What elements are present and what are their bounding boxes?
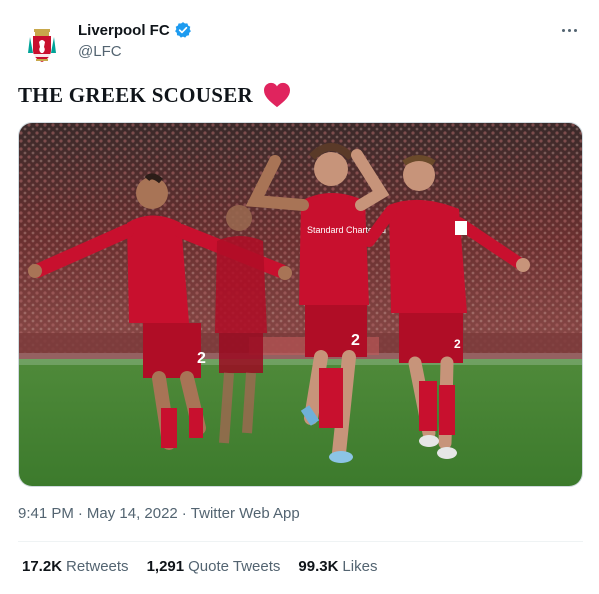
liverbird-crest-icon [28,29,56,62]
divider [18,541,583,542]
quote-tweets-stat[interactable]: 1,291 Quote Tweets [147,558,281,575]
player-number: 2 [197,350,206,367]
tweet-media-photo[interactable]: 2 Standard Chartered 2 2 [18,122,583,487]
tweet-text: THE GREEK SCOUSER [18,81,291,109]
retweets-count: 17.2K [22,558,63,575]
retweets-stat[interactable]: 17.2K Retweets [22,558,129,575]
tweet-stats: 17.2K Retweets 1,291 Quote Tweets 99.3K … [22,558,377,575]
display-name[interactable]: Liverpool FC [78,22,170,39]
likes-count: 99.3K [298,558,339,575]
retweets-label: Retweets [66,558,129,575]
player-number: 2 [351,332,360,349]
tweet-time[interactable]: 9:41 PM [18,505,74,522]
red-heart-icon [264,82,290,108]
tweet-meta: 9:41 PM · May 14, 2022 · Twitter Web App [18,505,300,522]
tweet-text-content: THE GREEK SCOUSER [18,82,253,107]
tweet-header: Liverpool FC @LFC [18,14,583,70]
likes-label: Likes [342,558,378,575]
display-name-row: Liverpool FC [78,20,192,40]
tweet-card: Liverpool FC @LFC THE GREEK SCOUSER 2 St… [0,0,599,594]
quote-tweets-label: Quote Tweets [188,558,281,575]
handle[interactable]: @LFC [78,43,192,60]
meta-separator: · [181,505,187,522]
player-number: 2 [454,337,461,351]
likes-stat[interactable]: 99.3K Likes [298,558,377,575]
verified-badge-icon [174,22,191,38]
more-options-button[interactable] [557,18,581,42]
avatar[interactable] [18,20,66,68]
tweet-date[interactable]: May 14, 2022 [87,505,178,522]
quote-tweets-count: 1,291 [146,558,185,575]
author-names: Liverpool FC @LFC [78,20,192,60]
tweet-source[interactable]: Twitter Web App [191,505,300,522]
more-dots-icon [561,28,565,32]
meta-separator: · [77,505,83,522]
photo-celebrating-players: 2 Standard Chartered 2 2 [19,123,582,486]
